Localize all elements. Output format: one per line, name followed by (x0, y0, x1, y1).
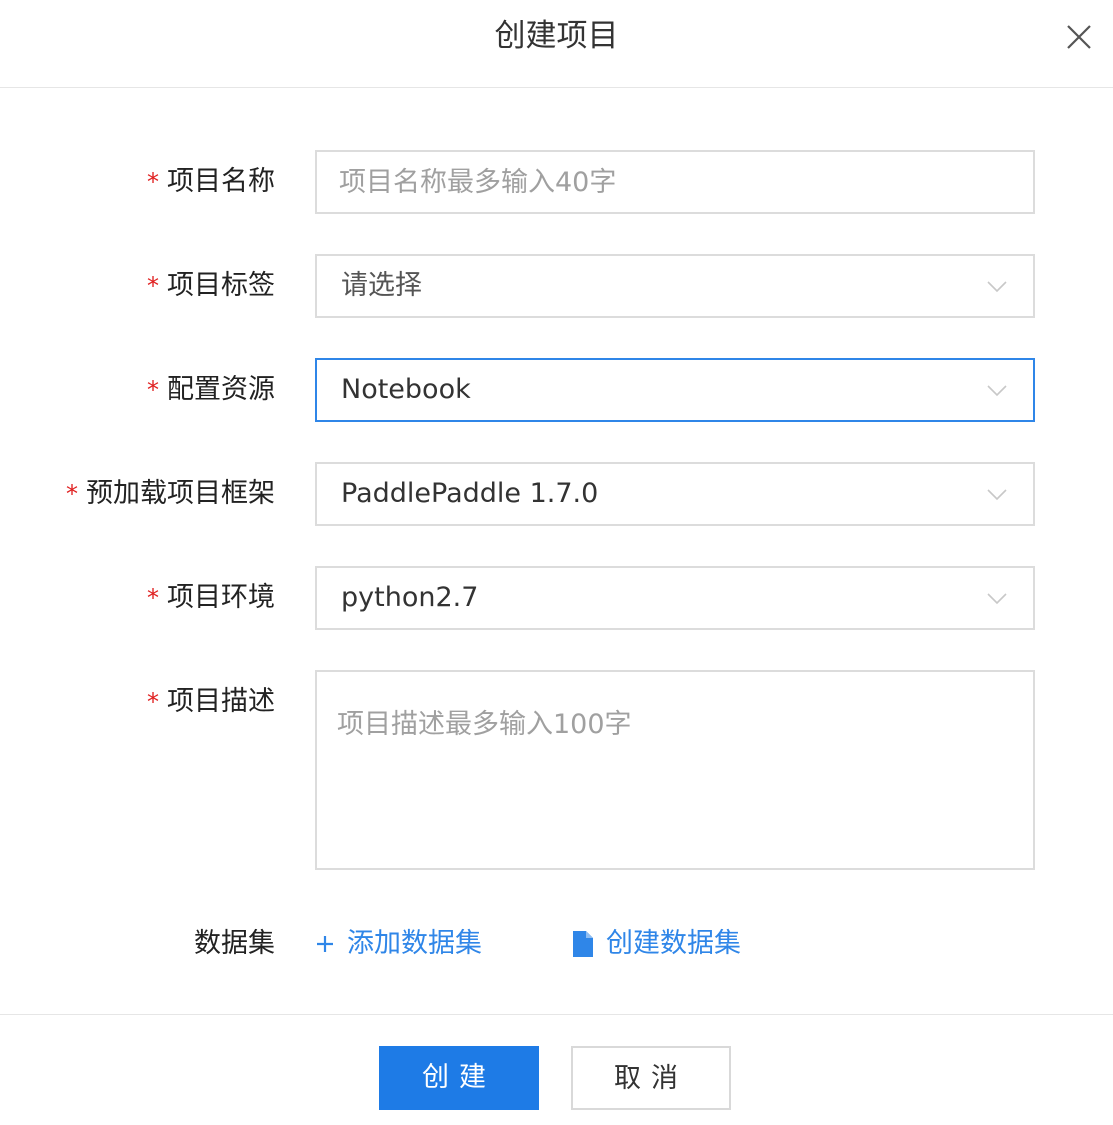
required-mark: * (147, 272, 159, 300)
project-name-field (315, 150, 1035, 214)
required-mark: * (147, 168, 159, 196)
file-icon (572, 930, 594, 958)
description-textarea[interactable] (317, 672, 1033, 868)
description-label-text: 项目描述 (167, 686, 275, 717)
resource-select[interactable]: Notebook (315, 358, 1035, 422)
resource-label-text: 配置资源 (167, 374, 275, 405)
chevron-down-icon (985, 274, 1009, 298)
project-name-label: * 项目名称 (147, 150, 275, 214)
add-dataset-label: 添加数据集 (347, 928, 482, 959)
create-button[interactable]: 创建 (379, 1046, 539, 1110)
framework-label-text: 预加载项目框架 (86, 478, 275, 509)
project-name-input[interactable] (317, 152, 1033, 212)
create-dataset-label: 创建数据集 (606, 928, 741, 959)
framework-select[interactable]: PaddlePaddle 1.7.0 (315, 462, 1035, 526)
required-mark: * (147, 376, 159, 404)
required-mark: * (147, 584, 159, 612)
description-field (315, 670, 1035, 870)
resource-label: * 配置资源 (147, 358, 275, 422)
framework-value: PaddlePaddle 1.7.0 (341, 478, 599, 509)
cancel-button[interactable]: 取消 (571, 1046, 731, 1110)
project-tags-label-text: 项目标签 (167, 270, 275, 301)
dataset-label: 数据集 (194, 928, 275, 959)
description-label: * 项目描述 (147, 670, 275, 734)
plus-icon (315, 934, 335, 954)
create-dataset-link[interactable]: 创建数据集 (572, 922, 741, 966)
framework-label: * 预加载项目框架 (66, 462, 275, 526)
chevron-down-icon (985, 482, 1009, 506)
environment-label: * 项目环境 (147, 566, 275, 630)
chevron-down-icon (985, 378, 1009, 402)
project-tags-label: * 项目标签 (147, 254, 275, 318)
project-tags-select[interactable]: 请选择 (315, 254, 1035, 318)
resource-value: Notebook (341, 374, 471, 405)
environment-label-text: 项目环境 (167, 582, 275, 613)
add-dataset-link[interactable]: 添加数据集 (315, 922, 482, 966)
dialog-header: 创建项目 (0, 0, 1113, 88)
close-icon[interactable] (1062, 20, 1096, 54)
chevron-down-icon (985, 586, 1009, 610)
required-mark: * (66, 480, 78, 508)
environment-select[interactable]: python2.7 (315, 566, 1035, 630)
required-mark: * (147, 688, 159, 716)
project-tags-value: 请选择 (341, 270, 422, 301)
environment-value: python2.7 (341, 582, 479, 613)
dialog-title: 创建项目 (494, 18, 619, 54)
footer-divider (0, 1014, 1113, 1015)
project-name-label-text: 项目名称 (167, 166, 275, 197)
